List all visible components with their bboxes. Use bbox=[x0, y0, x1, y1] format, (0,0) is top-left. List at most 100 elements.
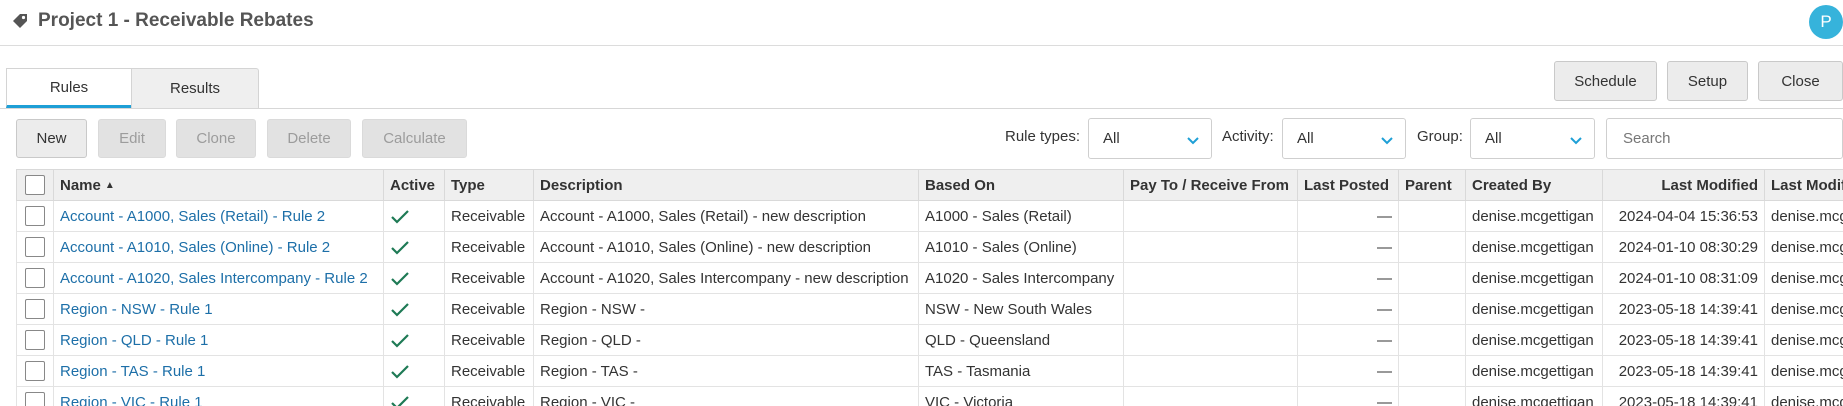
cell-last-modified-by: denise.mcge bbox=[1764, 355, 1843, 387]
table-row[interactable]: Region - VIC - Rule 1 Receivable Region - … bbox=[16, 386, 1843, 406]
row-checkbox-cell[interactable] bbox=[16, 262, 54, 294]
column-header-last-modified[interactable]: Last Modified bbox=[1602, 169, 1765, 201]
rule-types-select[interactable]: All bbox=[1088, 118, 1212, 159]
rule-name-link[interactable]: Account - A1020, Sales Intercompany - Ru… bbox=[60, 270, 368, 287]
rule-name-link[interactable]: Region - VIC - Rule 1 bbox=[60, 394, 203, 406]
cell-last-modified: 2024-01-10 08:31:09 bbox=[1602, 262, 1765, 294]
table-row[interactable]: Region - TAS - Rule 1 Receivable Region - … bbox=[16, 355, 1843, 387]
cell-last-modified-by: denise.mcge bbox=[1764, 262, 1843, 294]
cell-description: Region - NSW - bbox=[533, 293, 919, 325]
chevron-down-icon bbox=[1381, 137, 1393, 145]
select-all-checkbox[interactable] bbox=[25, 175, 45, 195]
cell-type: Receivable bbox=[444, 386, 534, 406]
row-checkbox[interactable] bbox=[25, 206, 45, 226]
cell-active bbox=[383, 293, 445, 325]
cell-based-on: A1010 - Sales (Online) bbox=[918, 231, 1124, 263]
cell-description: Account - A1020, Sales Intercompany - ne… bbox=[533, 262, 919, 294]
rule-name-link[interactable]: Region - TAS - Rule 1 bbox=[60, 363, 205, 380]
cell-last-modified: 2023-05-18 14:39:41 bbox=[1602, 293, 1765, 325]
row-checkbox[interactable] bbox=[25, 237, 45, 257]
cell-last-posted: — bbox=[1297, 355, 1399, 387]
cell-pay-to bbox=[1123, 262, 1298, 294]
cell-parent bbox=[1398, 293, 1466, 325]
checkmark-icon bbox=[391, 209, 409, 224]
cell-created-by: denise.mcgettigan bbox=[1465, 231, 1603, 263]
cell-parent bbox=[1398, 262, 1466, 294]
cell-name[interactable]: Account - A1000, Sales (Retail) - Rule 2 bbox=[53, 200, 384, 232]
delete-button[interactable]: Delete bbox=[267, 119, 351, 158]
row-checkbox-cell[interactable] bbox=[16, 293, 54, 325]
activity-select[interactable]: All bbox=[1282, 118, 1406, 159]
row-checkbox-cell[interactable] bbox=[16, 231, 54, 263]
checkmark-icon bbox=[391, 364, 409, 379]
cell-name[interactable]: Account - A1010, Sales (Online) - Rule 2 bbox=[53, 231, 384, 263]
schedule-button[interactable]: Schedule bbox=[1554, 61, 1657, 101]
cell-name[interactable]: Region - TAS - Rule 1 bbox=[53, 355, 384, 387]
cell-parent bbox=[1398, 231, 1466, 263]
column-header-parent[interactable]: Parent bbox=[1398, 169, 1466, 201]
row-checkbox[interactable] bbox=[25, 392, 45, 406]
row-checkbox[interactable] bbox=[25, 361, 45, 381]
cell-name[interactable]: Account - A1020, Sales Intercompany - Ru… bbox=[53, 262, 384, 294]
cell-description: Region - QLD - bbox=[533, 324, 919, 356]
row-checkbox-cell[interactable] bbox=[16, 200, 54, 232]
checkmark-icon bbox=[391, 333, 409, 348]
column-header-based-on[interactable]: Based On bbox=[918, 169, 1124, 201]
setup-button[interactable]: Setup bbox=[1667, 61, 1748, 101]
column-header-last-posted[interactable]: Last Posted bbox=[1297, 169, 1399, 201]
column-header-type[interactable]: Type bbox=[444, 169, 534, 201]
group-label: Group: bbox=[1417, 128, 1463, 145]
cell-type: Receivable bbox=[444, 293, 534, 325]
cell-active bbox=[383, 231, 445, 263]
row-checkbox[interactable] bbox=[25, 330, 45, 350]
clone-button[interactable]: Clone bbox=[176, 119, 256, 158]
table-row[interactable]: Account - A1000, Sales (Retail) - Rule 2… bbox=[16, 200, 1843, 232]
column-header-created-by[interactable]: Created By bbox=[1465, 169, 1603, 201]
search-input[interactable] bbox=[1606, 118, 1843, 159]
title-area: Project 1 - Receivable Rebates bbox=[12, 8, 314, 34]
column-header-description[interactable]: Description bbox=[533, 169, 919, 201]
select-all-checkbox-cell[interactable] bbox=[16, 169, 54, 201]
rule-name-link[interactable]: Account - A1000, Sales (Retail) - Rule 2 bbox=[60, 208, 325, 225]
table-row[interactable]: Account - A1020, Sales Intercompany - Ru… bbox=[16, 262, 1843, 294]
checkmark-icon bbox=[391, 395, 409, 406]
rules-table: Name ▲ Active Type Description Based On P… bbox=[16, 169, 1843, 406]
column-header-name[interactable]: Name ▲ bbox=[53, 169, 384, 201]
edit-button[interactable]: Edit bbox=[98, 119, 166, 158]
row-checkbox-cell[interactable] bbox=[16, 355, 54, 387]
tab-results[interactable]: Results bbox=[131, 68, 259, 108]
tab-rules[interactable]: Rules bbox=[6, 68, 132, 108]
cell-active bbox=[383, 355, 445, 387]
cell-active bbox=[383, 200, 445, 232]
cell-name[interactable]: Region - VIC - Rule 1 bbox=[53, 386, 384, 406]
row-checkbox-cell[interactable] bbox=[16, 386, 54, 406]
sort-ascending-icon: ▲ bbox=[104, 179, 115, 191]
rule-name-link[interactable]: Account - A1010, Sales (Online) - Rule 2 bbox=[60, 239, 330, 256]
cell-last-modified-by: denise.mcge bbox=[1764, 200, 1843, 232]
cell-description: Region - VIC - bbox=[533, 386, 919, 406]
group-select[interactable]: All bbox=[1470, 118, 1595, 159]
table-row[interactable]: Region - QLD - Rule 1 Receivable Region - … bbox=[16, 324, 1843, 356]
avatar[interactable]: P bbox=[1809, 5, 1843, 39]
cell-name[interactable]: Region - QLD - Rule 1 bbox=[53, 324, 384, 356]
rule-name-link[interactable]: Region - QLD - Rule 1 bbox=[60, 332, 208, 349]
cell-type: Receivable bbox=[444, 200, 534, 232]
row-checkbox[interactable] bbox=[25, 268, 45, 288]
calculate-button[interactable]: Calculate bbox=[362, 119, 467, 158]
new-button[interactable]: New bbox=[16, 119, 87, 158]
column-header-pay-to[interactable]: Pay To / Receive From bbox=[1123, 169, 1298, 201]
column-header-last-modified-by[interactable]: Last Modifie bbox=[1764, 169, 1843, 201]
row-checkbox[interactable] bbox=[25, 299, 45, 319]
table-row[interactable]: Region - NSW - Rule 1 Receivable Region - … bbox=[16, 293, 1843, 325]
row-checkbox-cell[interactable] bbox=[16, 324, 54, 356]
cell-pay-to bbox=[1123, 293, 1298, 325]
table-row[interactable]: Account - A1010, Sales (Online) - Rule 2… bbox=[16, 231, 1843, 263]
cell-last-modified-by: denise.mcge bbox=[1764, 231, 1843, 263]
cell-parent bbox=[1398, 200, 1466, 232]
cell-created-by: denise.mcgettigan bbox=[1465, 262, 1603, 294]
rule-name-link[interactable]: Region - NSW - Rule 1 bbox=[60, 301, 213, 318]
cell-name[interactable]: Region - NSW - Rule 1 bbox=[53, 293, 384, 325]
close-button[interactable]: Close bbox=[1758, 61, 1843, 101]
cell-last-posted: — bbox=[1297, 262, 1399, 294]
column-header-active[interactable]: Active bbox=[383, 169, 445, 201]
